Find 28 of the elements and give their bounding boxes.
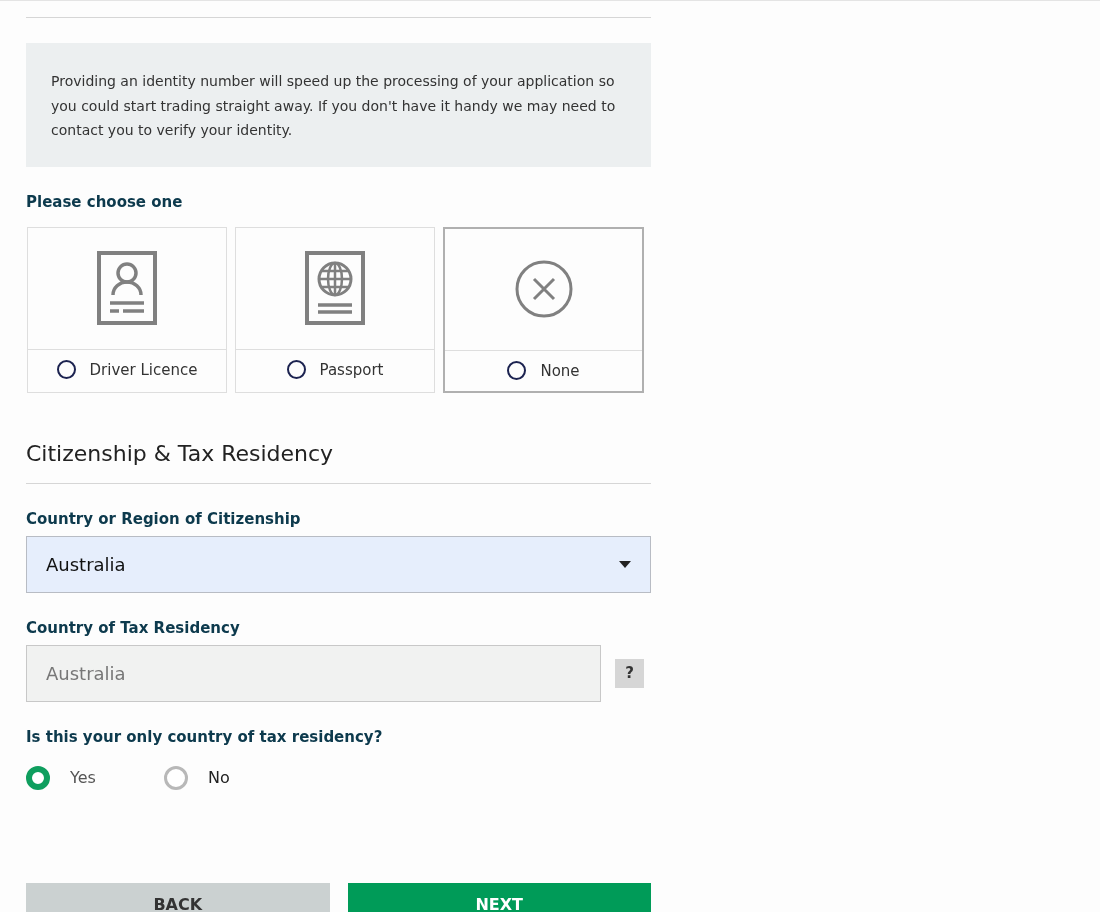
question-label: Is this your only country of tax residency? (26, 727, 384, 746)
id-card-icon (97, 251, 157, 325)
option-label: No (208, 768, 230, 787)
option-card[interactable]: Passport (235, 226, 435, 393)
option-label: Driver Licence (89, 360, 198, 379)
info-text: Providing an identity number will speed up the processing of your application so you could start trading straight away. If you don't have it handy we may need to contact you to verify your identity. (51, 72, 617, 140)
tax-country-field[interactable]: Australia (26, 644, 601, 702)
option-label: Passport (319, 360, 384, 379)
next-button[interactable]: NEXT (347, 882, 651, 912)
field-label: Country or Region of Citizenship (26, 509, 302, 528)
help-button[interactable]: ? (615, 658, 644, 688)
country-select[interactable]: Australia (26, 535, 651, 593)
radio-button[interactable] (507, 361, 527, 380)
passport-icon (305, 251, 365, 325)
option-card[interactable]: None (443, 226, 644, 393)
radio-button[interactable] (26, 765, 50, 790)
option-label: None (540, 361, 580, 380)
back-button[interactable]: BACK (26, 882, 330, 912)
radio-button[interactable] (56, 360, 76, 379)
option-label: Yes (70, 768, 96, 787)
radio-button[interactable] (164, 765, 188, 790)
section-title: Citizenship & Tax Residency (26, 440, 335, 466)
option-card[interactable]: Driver Licence (27, 226, 227, 393)
field-label: Country of Tax Residency (26, 618, 241, 637)
field-label: Please choose one (26, 192, 184, 211)
cross-circle-icon (513, 259, 574, 319)
radio-button[interactable] (286, 360, 306, 379)
caret-icon (619, 560, 631, 568)
